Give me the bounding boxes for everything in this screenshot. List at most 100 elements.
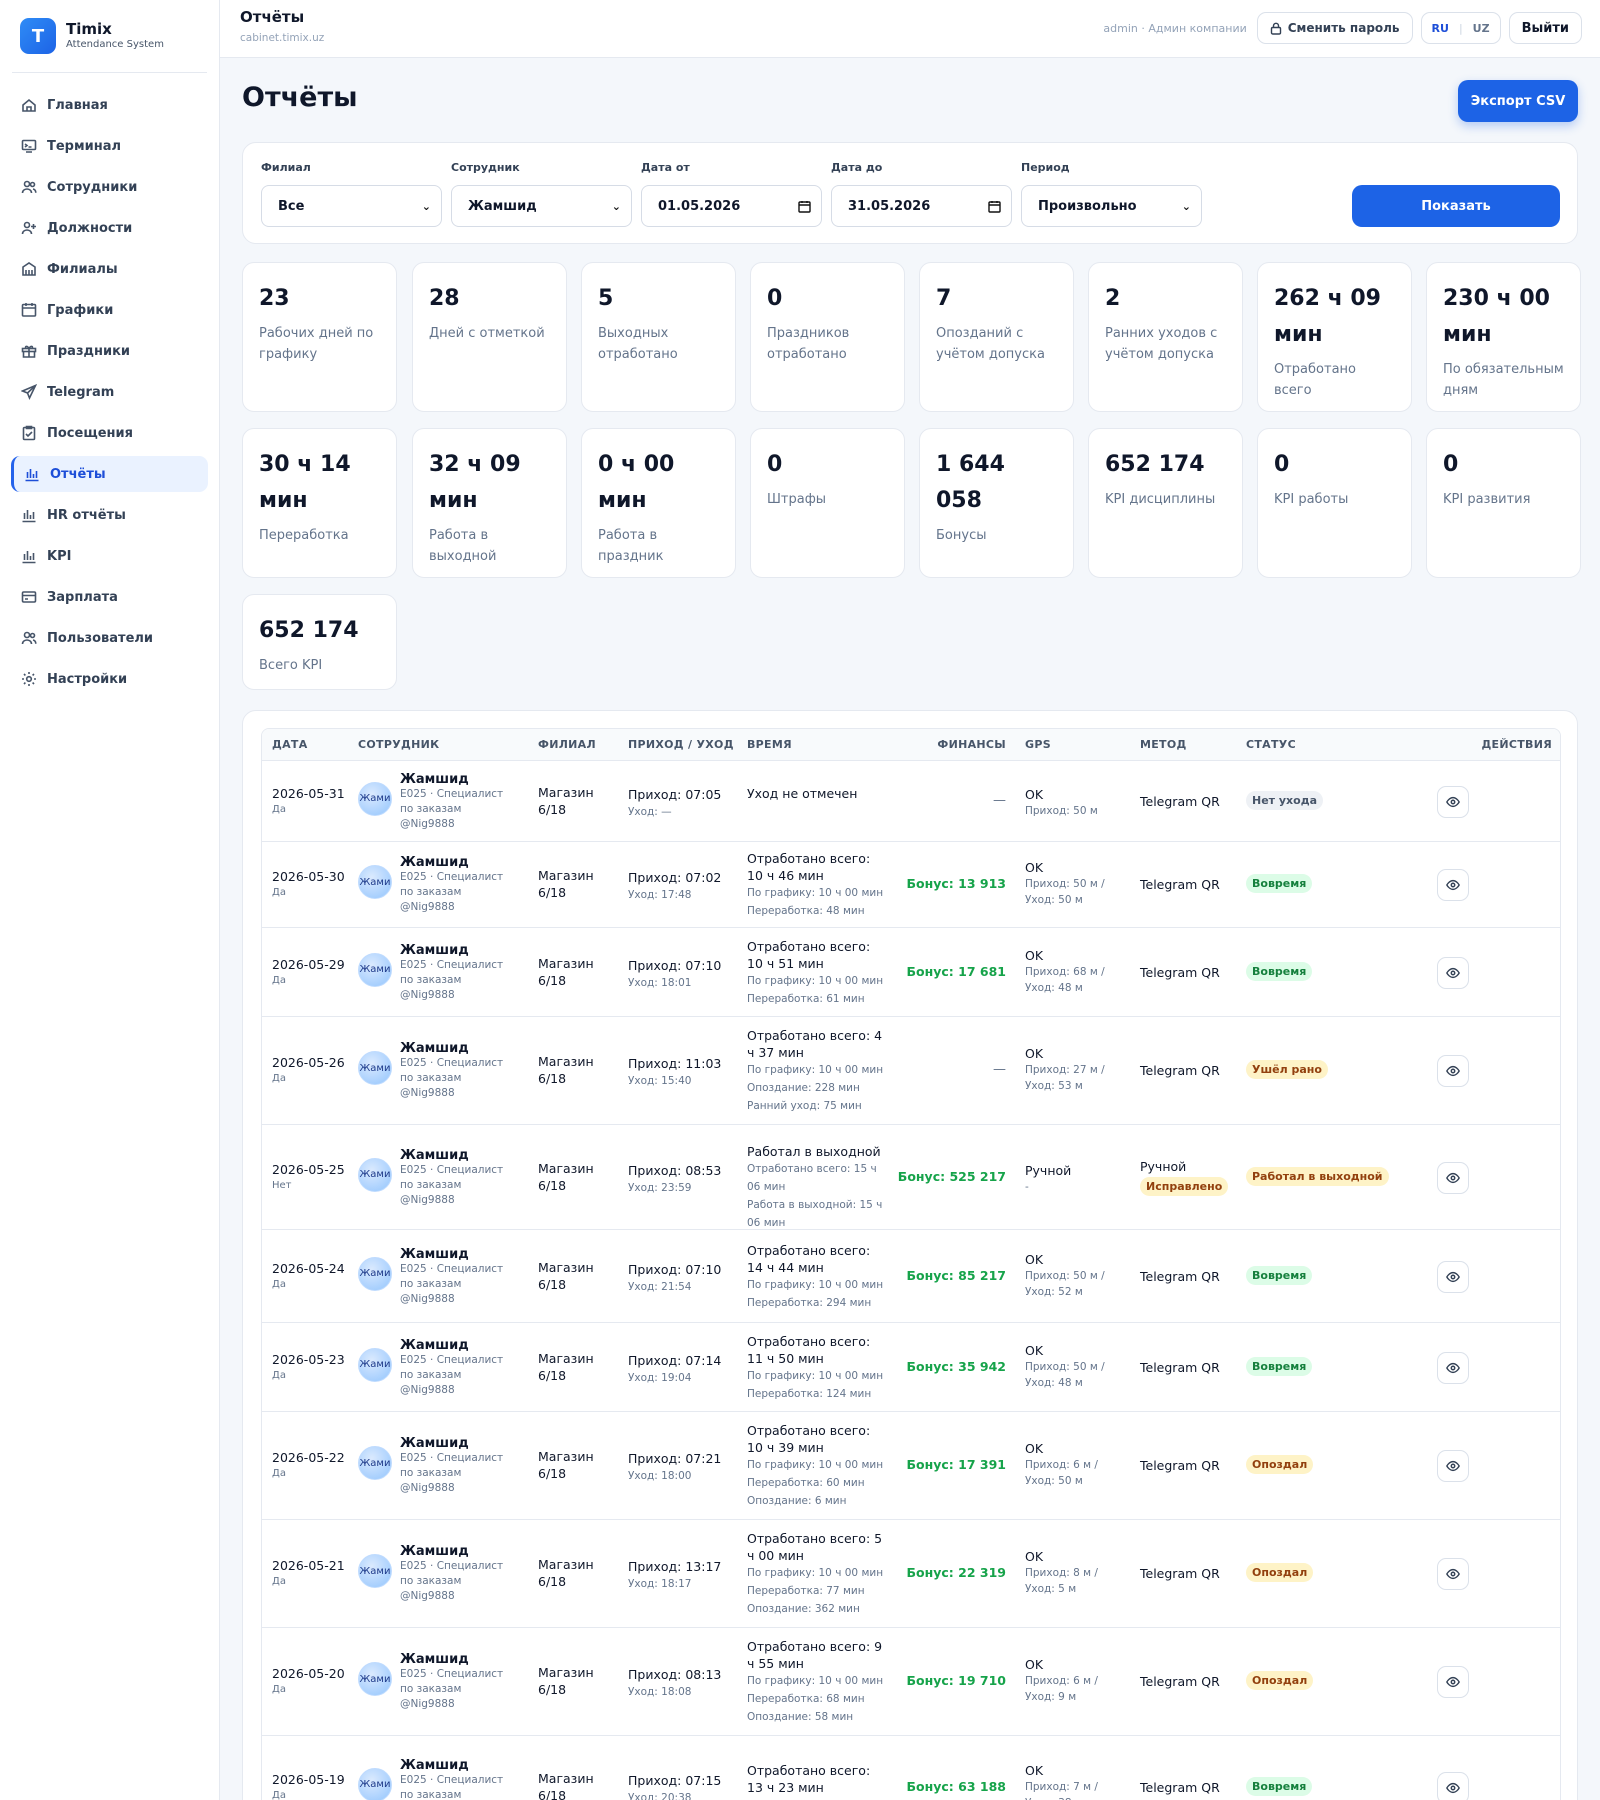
sidebar-item-salary[interactable]: Зарплата bbox=[11, 579, 208, 615]
table-row[interactable]: 2026-05-26 Да Жами Жамшид E025 · Специалист … bbox=[262, 1017, 1560, 1125]
check-in: Приход: 07:15 bbox=[628, 1772, 722, 1788]
row-date-flag: Да bbox=[272, 1576, 286, 1587]
table-header: ДАТА СОТРУДНИК ФИЛИАЛ ПРИХОД / УХОД ВРЕМЯ ФИН… bbox=[262, 729, 1560, 761]
current-user: admin · Админ компании bbox=[1103, 21, 1247, 35]
date-to-input[interactable]: 31.05.2026 bbox=[831, 185, 1012, 227]
time-detail: Переработка: 124 мин bbox=[747, 1387, 872, 1400]
sidebar-item-hr-reports[interactable]: HR отчёты bbox=[11, 497, 208, 533]
check-in: Приход: 08:13 bbox=[628, 1667, 722, 1682]
row-branch: Магазин 6/18 bbox=[538, 1770, 594, 1800]
employee-name[interactable]: Жамшид bbox=[400, 1544, 510, 1559]
sidebar-item-telegram[interactable]: Telegram bbox=[11, 374, 208, 410]
column-header: ДАТА bbox=[272, 738, 308, 751]
employee-name[interactable]: Жамшид bbox=[400, 943, 510, 958]
stat-value: 2 bbox=[1105, 286, 1121, 311]
sidebar-item-home[interactable]: Главная bbox=[11, 87, 208, 123]
export-csv-button[interactable]: Экспорт CSV bbox=[1458, 80, 1578, 122]
eye-icon bbox=[1446, 966, 1460, 980]
sidebar-item-schedules[interactable]: Графики bbox=[11, 292, 208, 328]
stat-card: 0 Праздников отработано bbox=[750, 262, 905, 412]
view-button[interactable] bbox=[1437, 1055, 1469, 1087]
sidebar-item-settings[interactable]: Настройки bbox=[11, 661, 208, 697]
calendar-icon[interactable] bbox=[798, 200, 811, 213]
row-branch: Магазин 6/18 bbox=[538, 784, 594, 817]
sidebar-item-attendance[interactable]: Посещения bbox=[11, 415, 208, 451]
sidebar-item-employees[interactable]: Сотрудники bbox=[11, 169, 208, 205]
row-date-flag: Да bbox=[272, 1468, 286, 1479]
table-row[interactable]: 2026-05-22 Да Жами Жамшид E025 · Специалист … bbox=[262, 1412, 1560, 1520]
table-row[interactable]: 2026-05-25 Нет Жами Жамшид E025 · Специалист… bbox=[262, 1125, 1560, 1230]
time-detail: Опоздание: 58 мин bbox=[747, 1711, 854, 1723]
status-badge: Вовремя bbox=[1246, 1265, 1313, 1285]
employee-name[interactable]: Жамшид bbox=[400, 855, 510, 870]
logout-button[interactable]: Выйти bbox=[1508, 12, 1582, 44]
view-button[interactable] bbox=[1437, 869, 1469, 901]
sidebar-item-positions[interactable]: Должности bbox=[11, 210, 208, 246]
time-detail: По графику: 10 ч 00 мин bbox=[747, 1459, 884, 1471]
view-button[interactable] bbox=[1437, 1260, 1469, 1293]
change-password-button[interactable]: Сменить пароль bbox=[1256, 12, 1413, 44]
employee-name[interactable]: Жамшид bbox=[400, 772, 510, 787]
lang-uz[interactable]: UZ bbox=[1473, 22, 1490, 35]
show-button[interactable]: Показать bbox=[1352, 185, 1560, 227]
view-button[interactable] bbox=[1437, 1558, 1469, 1590]
employee-name[interactable]: Жамшид bbox=[400, 1148, 510, 1163]
employee-select[interactable]: Жамшид ⌄ bbox=[451, 185, 632, 227]
report-table-card: ДАТА СОТРУДНИК ФИЛИАЛ ПРИХОД / УХОД ВРЕМЯ ФИН… bbox=[242, 710, 1578, 1800]
employee-position: E025 · Специалист по заказам bbox=[400, 1262, 504, 1290]
row-date-flag: Да bbox=[272, 1789, 286, 1800]
stat-card: 0 Штрафы bbox=[750, 428, 905, 578]
table-row[interactable]: 2026-05-19 Да Жами Жамшид E025 · Специалист … bbox=[262, 1736, 1560, 1800]
stat-value: 652 174 bbox=[1105, 452, 1205, 477]
employee-position: E025 · Специалист по заказам bbox=[400, 1057, 504, 1084]
view-button[interactable] bbox=[1437, 1666, 1469, 1698]
date-from-input[interactable]: 01.05.2026 bbox=[641, 185, 822, 227]
stat-value: 7 bbox=[936, 286, 952, 311]
period-select[interactable]: Произвольно ⌄ bbox=[1021, 185, 1202, 227]
check-method: Telegram QR bbox=[1140, 1779, 1220, 1795]
time-summary: Отработано всего: 9 ч 55 мин bbox=[747, 1639, 883, 1671]
table-row[interactable]: 2026-05-21 Да Жами Жамшид E025 · Специалист … bbox=[262, 1520, 1560, 1628]
table-row[interactable]: 2026-05-20 Да Жами Жамшид E025 · Специалист … bbox=[262, 1628, 1560, 1736]
lang-ru[interactable]: RU bbox=[1432, 22, 1449, 35]
view-button[interactable] bbox=[1437, 1351, 1469, 1384]
sidebar-item-reports[interactable]: Отчёты bbox=[11, 456, 208, 492]
employee-name[interactable]: Жамшид bbox=[400, 1652, 510, 1667]
row-date: 2026-05-19 bbox=[272, 1771, 345, 1787]
period-select-value: Произвольно bbox=[1038, 198, 1137, 214]
sidebar-item-holidays[interactable]: Праздники bbox=[11, 333, 208, 369]
view-button[interactable] bbox=[1437, 1771, 1469, 1800]
view-button[interactable] bbox=[1437, 956, 1469, 989]
sidebar-item-kpi[interactable]: KPI bbox=[11, 538, 208, 574]
table-row[interactable]: 2026-05-29 Да Жами Жамшид E025 · Специалист … bbox=[262, 928, 1560, 1017]
stat-card: 2 Ранних уходов с учётом допуска bbox=[1088, 262, 1243, 412]
stat-value: 5 bbox=[598, 286, 614, 311]
employee-name[interactable]: Жамшид bbox=[400, 1758, 510, 1773]
sidebar-item-label: KPI bbox=[47, 548, 72, 564]
sidebar-item-branches[interactable]: Филиалы bbox=[11, 251, 208, 287]
employee-name[interactable]: Жамшид bbox=[400, 1338, 510, 1353]
gear-icon bbox=[21, 671, 37, 687]
brand[interactable]: T Timix Attendance System bbox=[12, 0, 207, 73]
time-detail: По графику: 10 ч 00 мин bbox=[747, 1567, 884, 1579]
table-row[interactable]: 2026-05-23 Да Жами Жамшид E025 · Специалист … bbox=[262, 1323, 1560, 1412]
table-row[interactable]: 2026-05-24 Да Жами Жамшид E025 · Специалист … bbox=[262, 1230, 1560, 1323]
sidebar-item-users[interactable]: Пользователи bbox=[11, 620, 208, 656]
date-from-value: 01.05.2026 bbox=[658, 198, 741, 214]
table-row[interactable]: 2026-05-30 Да Жами Жамшид E025 · Специалист … bbox=[262, 842, 1560, 928]
branch-select[interactable]: Все ⌄ bbox=[261, 185, 442, 227]
avatar: Жами bbox=[358, 865, 392, 899]
check-method: Telegram QR bbox=[1140, 1268, 1220, 1284]
send-icon bbox=[21, 384, 37, 400]
time-detail: Опоздание: 362 мин bbox=[747, 1603, 860, 1615]
table-row[interactable]: 2026-05-31 Да Жами Жамшид E025 · Специалист … bbox=[262, 761, 1560, 842]
employee-name[interactable]: Жамшид bbox=[400, 1436, 510, 1451]
lang-separator: | bbox=[1458, 21, 1463, 35]
view-button[interactable] bbox=[1437, 1450, 1469, 1482]
calendar-icon[interactable] bbox=[988, 200, 1001, 213]
employee-name[interactable]: Жамшид bbox=[400, 1041, 510, 1056]
sidebar-item-terminal[interactable]: Терминал bbox=[11, 128, 208, 164]
employee-name[interactable]: Жамшид bbox=[400, 1247, 510, 1262]
view-button[interactable] bbox=[1437, 785, 1469, 818]
view-button[interactable] bbox=[1437, 1161, 1469, 1194]
